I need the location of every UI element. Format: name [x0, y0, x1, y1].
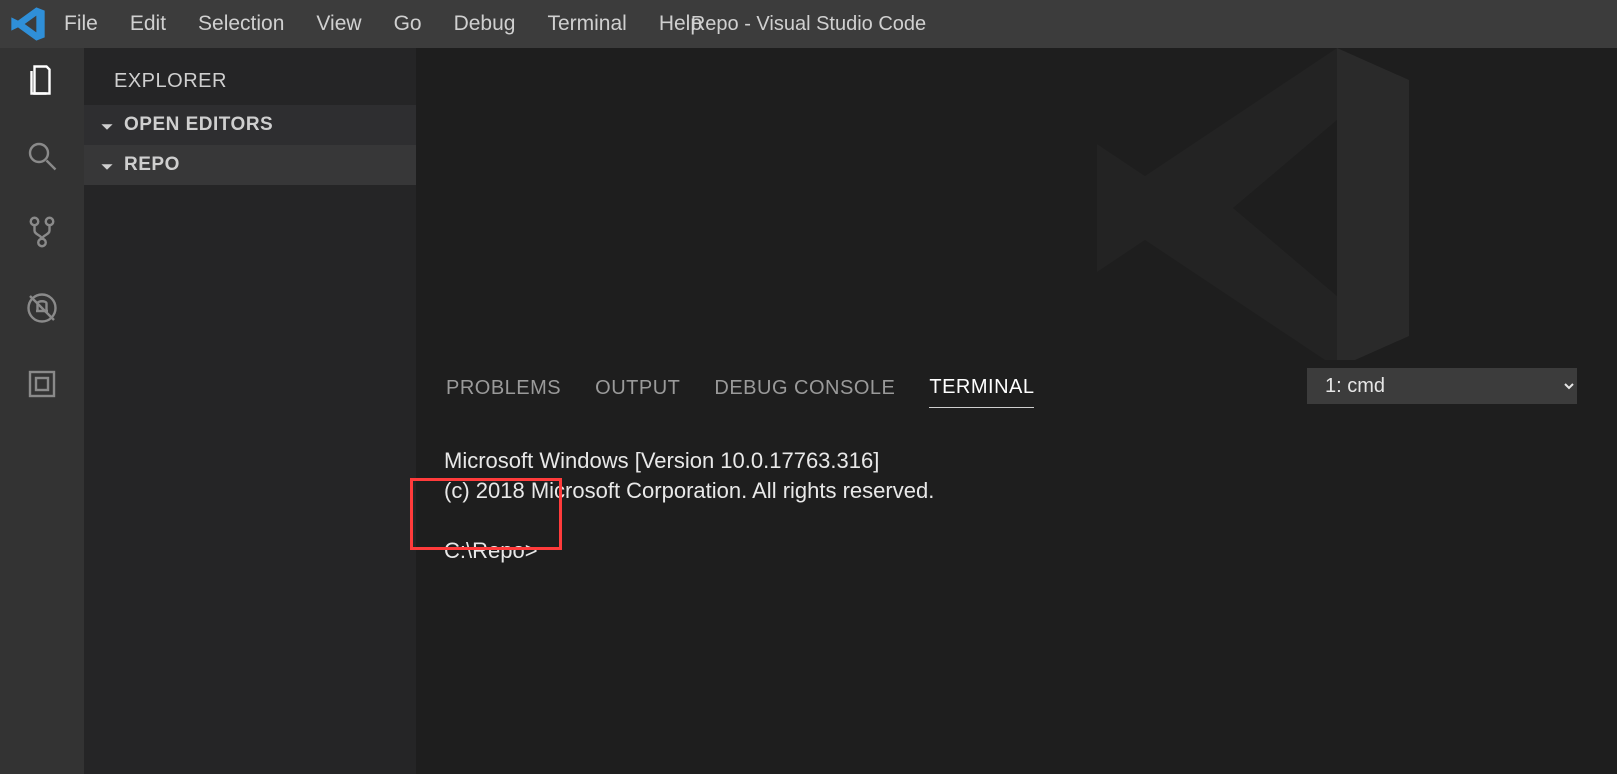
- section-open-editors[interactable]: OPEN EDITORS: [84, 105, 416, 145]
- terminal-line: (c) 2018 Microsoft Corporation. All righ…: [444, 478, 934, 503]
- chevron-down-icon: [100, 158, 114, 172]
- menu-go[interactable]: Go: [378, 0, 438, 48]
- tab-terminal[interactable]: TERMINAL: [929, 364, 1034, 408]
- panel-tabs: PROBLEMS OUTPUT DEBUG CONSOLE TERMINAL 1…: [416, 361, 1617, 411]
- activity-bar: [0, 48, 84, 774]
- tab-problems[interactable]: PROBLEMS: [446, 365, 561, 408]
- menu-file[interactable]: File: [48, 0, 114, 48]
- explorer-sidebar: EXPLORER OPEN EDITORS REPO: [84, 48, 416, 774]
- tab-output[interactable]: OUTPUT: [595, 365, 680, 408]
- editor-background: [416, 48, 1617, 360]
- menu-selection[interactable]: Selection: [182, 0, 300, 48]
- bottom-panel: PROBLEMS OUTPUT DEBUG CONSOLE TERMINAL 1…: [416, 360, 1617, 774]
- source-control-icon[interactable]: [22, 212, 62, 252]
- menu-view[interactable]: View: [300, 0, 377, 48]
- terminal-selector-wrap: 1: cmd: [1307, 368, 1577, 404]
- chevron-down-icon: [100, 118, 114, 132]
- debug-icon[interactable]: [22, 288, 62, 328]
- extensions-icon[interactable]: [22, 364, 62, 404]
- tab-debug-console[interactable]: DEBUG CONSOLE: [714, 365, 895, 408]
- section-open-editors-label: OPEN EDITORS: [124, 114, 273, 136]
- explorer-title: EXPLORER: [84, 48, 416, 105]
- editor-area: PROBLEMS OUTPUT DEBUG CONSOLE TERMINAL 1…: [416, 48, 1617, 774]
- vscode-logo-icon: [8, 4, 48, 44]
- vscode-watermark-icon: [1057, 48, 1457, 360]
- terminal-prompt: C:\Repo>: [444, 538, 538, 563]
- menu-edit[interactable]: Edit: [114, 0, 182, 48]
- terminal-output[interactable]: Microsoft Windows [Version 10.0.17763.31…: [416, 411, 1617, 774]
- section-repo-label: REPO: [124, 154, 180, 176]
- menu-terminal[interactable]: Terminal: [531, 0, 642, 48]
- window-title: Repo - Visual Studio Code: [691, 13, 926, 36]
- titlebar: File Edit Selection View Go Debug Termin…: [0, 0, 1617, 48]
- menu-debug[interactable]: Debug: [438, 0, 532, 48]
- section-repo[interactable]: REPO: [84, 145, 416, 185]
- explorer-icon[interactable]: [22, 60, 62, 100]
- terminal-selector[interactable]: 1: cmd: [1307, 368, 1577, 404]
- terminal-line: Microsoft Windows [Version 10.0.17763.31…: [444, 448, 879, 473]
- search-icon[interactable]: [22, 136, 62, 176]
